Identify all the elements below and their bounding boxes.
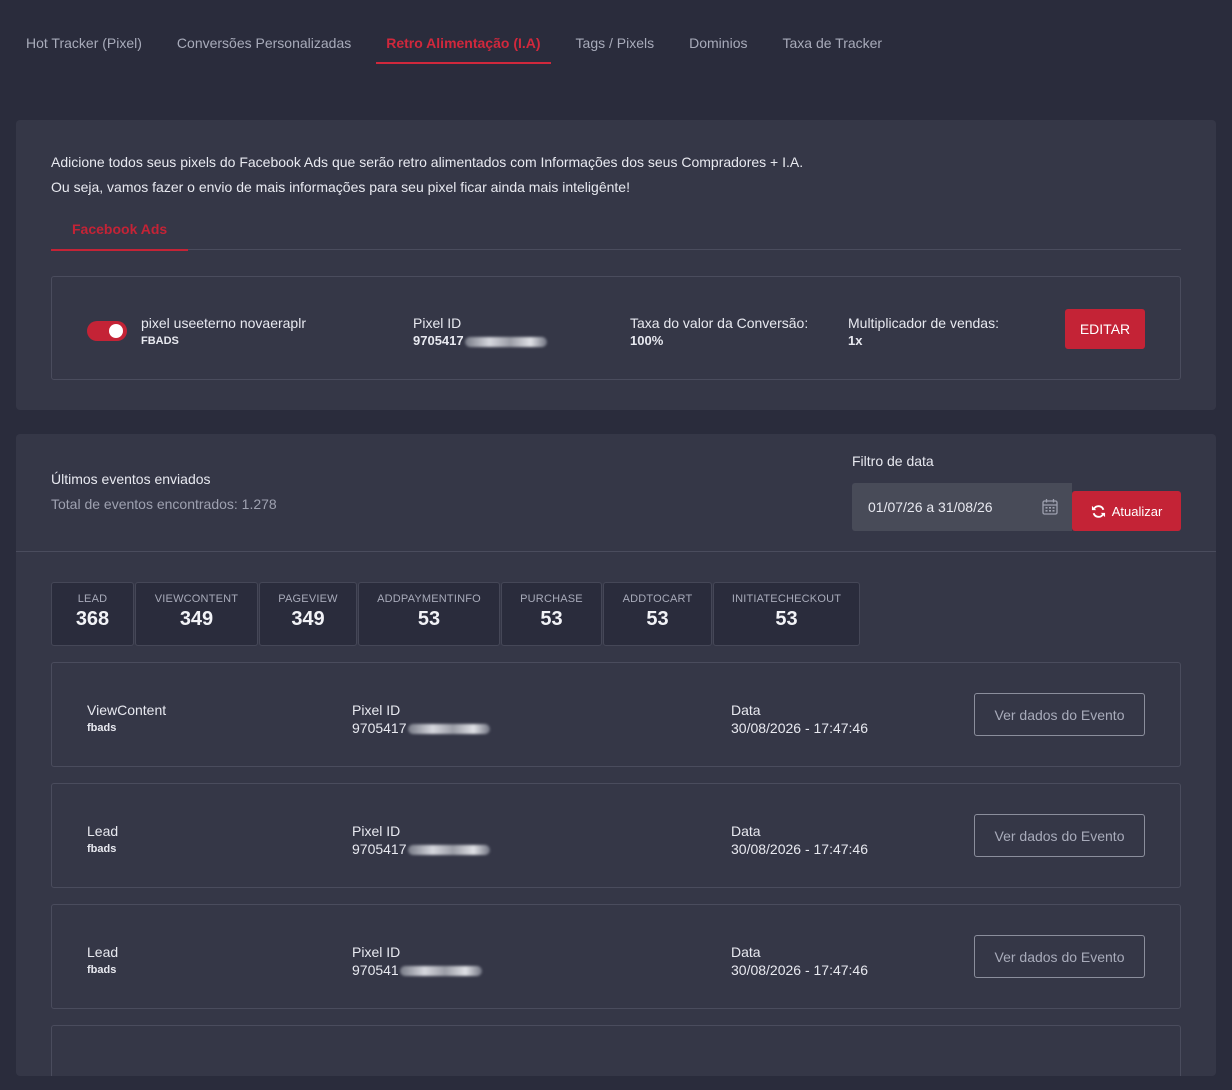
view-event-button[interactable]: Ver dados do Evento bbox=[974, 693, 1145, 736]
stat-value: 53 bbox=[417, 608, 441, 630]
intro-line-1: Adicione todos seus pixels do Facebook A… bbox=[51, 154, 804, 170]
stat-purchase: PURCHASE 53 bbox=[501, 582, 602, 646]
pixel-id-value: 9705417 bbox=[413, 333, 547, 348]
pixel-type: FBADS bbox=[141, 335, 179, 347]
event-stats: LEAD 368 VIEWCONTENT 349 PAGEVIEW 349 AD… bbox=[51, 582, 861, 646]
event-pixel-id: 9705417 bbox=[352, 720, 407, 736]
calendar-icon[interactable] bbox=[1042, 498, 1058, 515]
date-range-input[interactable]: 01/07/26 a 31/08/26 bbox=[852, 483, 1072, 531]
update-label: Atualizar bbox=[1111, 503, 1163, 519]
stat-addtocart: ADDTOCART 53 bbox=[603, 582, 712, 646]
stat-value: 368 bbox=[75, 608, 110, 630]
event-name: Lead bbox=[87, 823, 119, 839]
event-date-label: Data bbox=[731, 944, 761, 960]
event-source: fbads bbox=[87, 843, 117, 855]
stat-pageview: PAGEVIEW 349 bbox=[259, 582, 357, 646]
stat-label: LEAD bbox=[77, 593, 108, 605]
pixel-name: pixel useeterno novaeraplr bbox=[141, 315, 306, 331]
events-title: Últimos eventos enviados bbox=[51, 471, 211, 487]
redacted-blur bbox=[407, 845, 490, 856]
stat-value: 349 bbox=[179, 608, 214, 630]
event-date-label: Data bbox=[731, 823, 761, 839]
event-row: ViewContent fbads Pixel ID 9705417 Data … bbox=[51, 662, 1181, 767]
tab-hot-tracker[interactable]: Hot Tracker (Pixel) bbox=[16, 0, 152, 64]
redacted-blur bbox=[407, 724, 490, 735]
date-range-value: 01/07/26 a 31/08/26 bbox=[868, 499, 993, 515]
event-pixel-value: 970541 bbox=[352, 962, 482, 978]
stat-label: PURCHASE bbox=[520, 593, 583, 605]
multiplier-label: Multiplicador de vendas: bbox=[848, 315, 999, 331]
date-filter-label: Filtro de data bbox=[852, 453, 934, 469]
event-date-value: 30/08/2026 - 17:47:46 bbox=[731, 841, 869, 857]
event-row: Lead fbads Pixel ID 9705417 Data 30/08/2… bbox=[51, 783, 1181, 888]
tab-facebook-ads[interactable]: Facebook Ads bbox=[51, 216, 189, 251]
event-row: Lead fbads Pixel ID 970541 Data 30/08/20… bbox=[51, 904, 1181, 1009]
event-name: Lead bbox=[87, 944, 119, 960]
pixel-id-text: 9705417 bbox=[413, 333, 464, 348]
event-pixel-label: Pixel ID bbox=[352, 823, 401, 839]
top-nav: Hot Tracker (Pixel) Conversões Personali… bbox=[16, 0, 907, 64]
pixels-card: Adicione todos seus pixels do Facebook A… bbox=[16, 120, 1216, 410]
tab-conversoes[interactable]: Conversões Personalizadas bbox=[167, 0, 361, 64]
tab-tags-pixels[interactable]: Tags / Pixels bbox=[566, 0, 665, 64]
redacted-blur bbox=[399, 966, 482, 977]
stat-value: 53 bbox=[775, 608, 798, 630]
event-date-value: 30/08/2026 - 17:47:46 bbox=[731, 962, 869, 978]
platform-tabs: Facebook Ads bbox=[51, 216, 1181, 251]
pixel-item: pixel useeterno novaeraplr FBADS Pixel I… bbox=[51, 276, 1181, 380]
event-date-label: Data bbox=[731, 702, 761, 718]
tab-dominios[interactable]: Dominios bbox=[679, 0, 757, 64]
stat-viewcontent: VIEWCONTENT 349 bbox=[135, 582, 258, 646]
stat-label: PAGEVIEW bbox=[278, 593, 338, 605]
pixel-toggle[interactable] bbox=[87, 321, 127, 341]
event-source: fbads bbox=[87, 722, 117, 734]
update-button[interactable]: Atualizar bbox=[1072, 491, 1181, 531]
events-total: Total de eventos encontrados: 1.278 bbox=[51, 496, 277, 512]
intro-line-2: Ou seja, vamos fazer o envio de mais inf… bbox=[51, 179, 630, 195]
tab-retro-alimentacao[interactable]: Retro Alimentação (I.A) bbox=[376, 0, 551, 64]
stat-addpaymentinfo: ADDPAYMENTINFO 53 bbox=[358, 582, 500, 646]
stat-label: INITIATECHECKOUT bbox=[731, 593, 842, 605]
pixel-id-label: Pixel ID bbox=[413, 315, 462, 331]
event-pixel-label: Pixel ID bbox=[352, 702, 401, 718]
rate-value: 100% bbox=[630, 333, 664, 348]
rate-label: Taxa do valor da Conversão: bbox=[630, 315, 809, 331]
stat-value: 349 bbox=[291, 608, 325, 630]
event-pixel-value: 9705417 bbox=[352, 720, 490, 736]
event-pixel-id: 9705417 bbox=[352, 841, 407, 857]
intro-text: Adicione todos seus pixels do Facebook A… bbox=[51, 150, 803, 200]
multiplier-value: 1x bbox=[848, 333, 863, 348]
stat-value: 53 bbox=[540, 608, 563, 630]
stat-lead: LEAD 368 bbox=[51, 582, 134, 646]
stat-initiatecheckout: INITIATECHECKOUT 53 bbox=[713, 582, 860, 646]
toggle-knob bbox=[109, 324, 123, 338]
event-pixel-id: 970541 bbox=[352, 962, 399, 978]
stat-value: 53 bbox=[646, 608, 669, 630]
event-name: ViewContent bbox=[87, 702, 167, 718]
event-row-partial bbox=[51, 1025, 1181, 1076]
stat-label: ADDTOCART bbox=[622, 593, 693, 605]
divider bbox=[16, 551, 1216, 552]
view-event-button[interactable]: Ver dados do Evento bbox=[974, 935, 1145, 978]
stat-label: VIEWCONTENT bbox=[154, 593, 239, 605]
tab-taxa-tracker[interactable]: Taxa de Tracker bbox=[772, 0, 892, 64]
redacted-blur bbox=[464, 336, 547, 347]
event-source: fbads bbox=[87, 964, 117, 976]
refresh-icon bbox=[1091, 504, 1105, 518]
view-event-button[interactable]: Ver dados do Evento bbox=[974, 814, 1145, 857]
event-date-value: 30/08/2026 - 17:47:46 bbox=[731, 720, 869, 736]
stat-label: ADDPAYMENTINFO bbox=[377, 593, 481, 605]
edit-button[interactable]: EDITAR bbox=[1065, 309, 1145, 349]
event-pixel-value: 9705417 bbox=[352, 841, 490, 857]
events-card: Últimos eventos enviados Total de evento… bbox=[16, 434, 1216, 1076]
event-pixel-label: Pixel ID bbox=[352, 944, 401, 960]
